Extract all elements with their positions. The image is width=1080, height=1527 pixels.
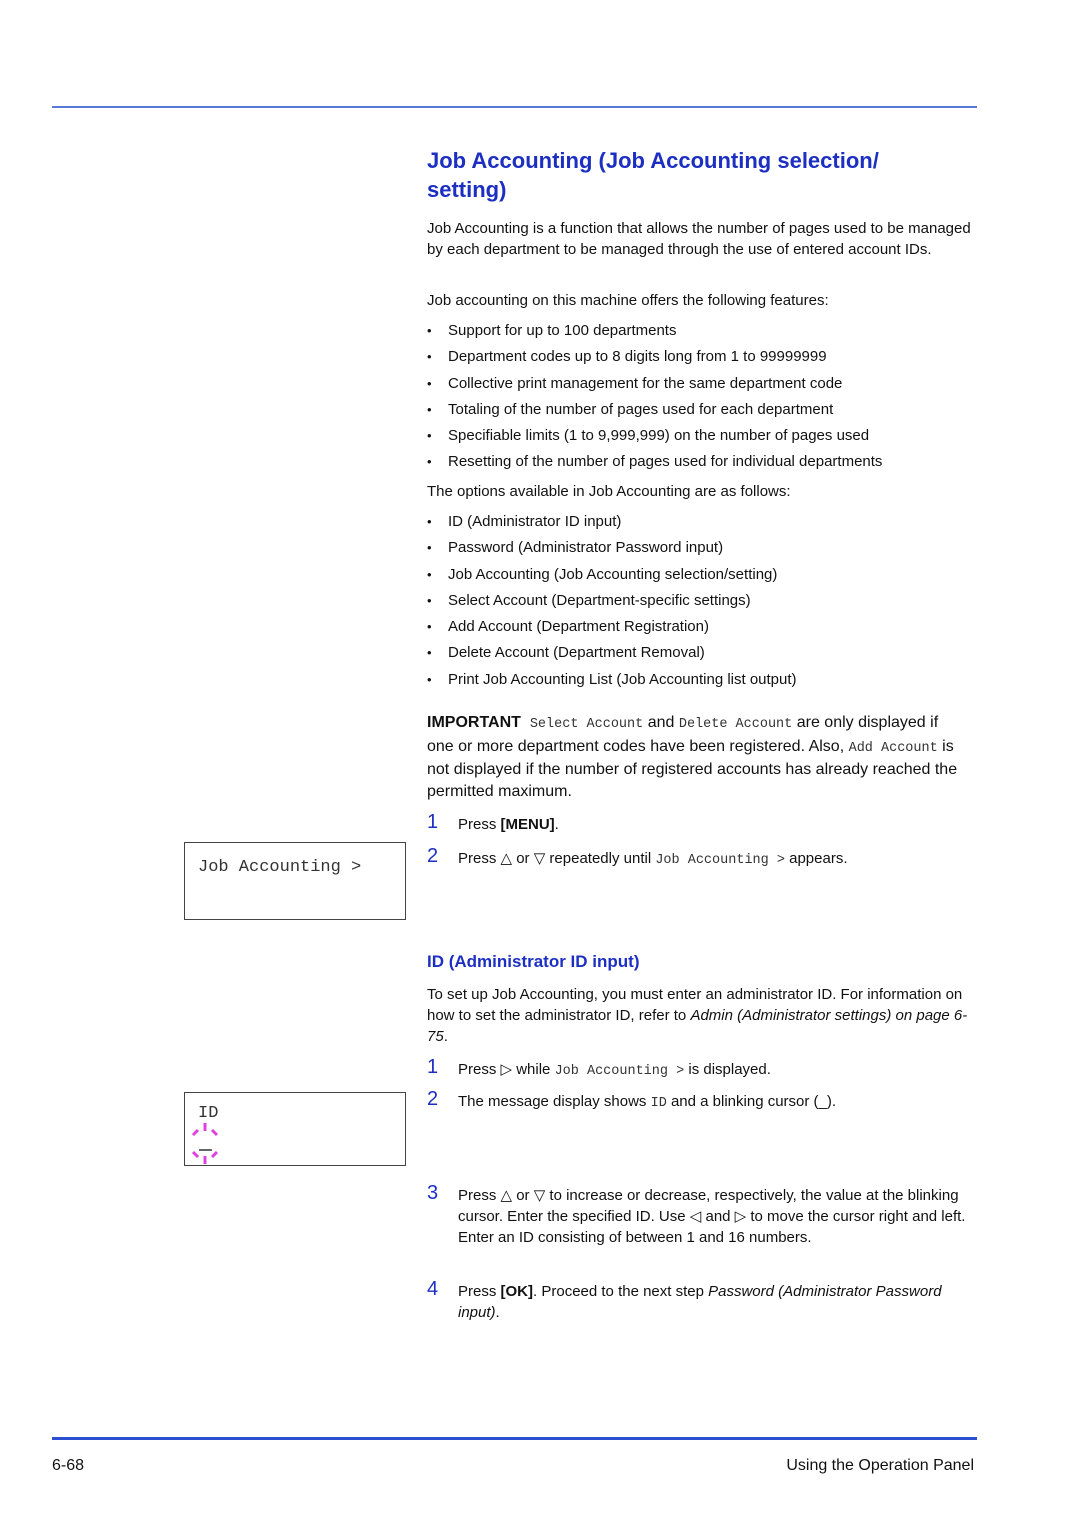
step-text: . Proceed to the next step <box>533 1283 709 1300</box>
list-item: Password (Administrator Password input) <box>427 537 982 563</box>
step-item: 3 Press △ or ▽ to increase or decrease, … <box>427 1182 982 1281</box>
features-intro: Job accounting on this machine offers th… <box>427 292 829 309</box>
page-number: 6-68 <box>52 1457 85 1474</box>
step-number: 1 <box>427 1056 439 1078</box>
options-section: The options available in Job Accounting … <box>427 481 982 695</box>
step-number: 2 <box>427 1088 439 1110</box>
lcd-display-job-accounting: Job Accounting > <box>184 842 406 920</box>
code-job-accounting: Job Accounting > <box>655 853 785 868</box>
step-text: and a blinking cursor (_). <box>666 1093 837 1110</box>
step-text: Press △ or ▽ to increase or decrease, re… <box>458 1187 966 1246</box>
list-item: Select Account (Department-specific sett… <box>427 590 982 616</box>
list-item: Add Account (Department Registration) <box>427 616 982 642</box>
step-number: 3 <box>427 1182 439 1204</box>
key-menu: [MENU] <box>500 816 555 833</box>
list-item: ID (Administrator ID input) <box>427 511 982 537</box>
step-text: . <box>495 1304 500 1321</box>
important-and: and <box>647 714 675 731</box>
list-item: Support for up to 100 departments <box>427 320 982 346</box>
step-text: Press <box>458 1283 501 1300</box>
step-item: 2 Press △ or ▽ repeatedly until Job Acco… <box>427 845 982 871</box>
options-list: ID (Administrator ID input) Password (Ad… <box>427 511 982 695</box>
footer-section-title: Using the Operation Panel <box>786 1457 974 1474</box>
step-text: Press <box>458 816 501 833</box>
important-label: IMPORTANT <box>427 714 521 731</box>
id-section: ID (Administrator ID input) To set up Jo… <box>427 952 982 1323</box>
key-ok: [OK] <box>500 1283 534 1300</box>
list-item: Department codes up to 8 digits long fro… <box>427 346 982 372</box>
lcd-line: Job Accounting > <box>198 858 362 877</box>
code-job-accounting: Job Accounting > <box>554 1064 685 1079</box>
step-text: . <box>554 816 559 833</box>
important-note: IMPORTANT Select Account and Delete Acco… <box>427 712 967 802</box>
step-number: 1 <box>427 811 439 833</box>
code-add-account: Add Account <box>848 740 938 756</box>
step-item: 1 Press ▷ while Job Accounting > is disp… <box>427 1056 982 1091</box>
code-delete-account: Delete Account <box>678 717 793 732</box>
list-item: Specifiable limits (1 to 9,999,999) on t… <box>427 425 982 451</box>
lcd-display-id: ID <box>184 1092 406 1166</box>
intro-text: Job Accounting is a function that allows… <box>427 220 971 258</box>
step-item: 2 The message display shows ID and a bli… <box>427 1088 982 1185</box>
list-item: Job Accounting (Job Accounting selection… <box>427 564 982 590</box>
options-intro: The options available in Job Accounting … <box>427 483 791 500</box>
features-section: Job accounting on this machine offers th… <box>427 290 982 478</box>
list-item: Collective print management for the same… <box>427 373 982 399</box>
page-title: Job Accounting (Job Accounting selection… <box>427 148 879 202</box>
section-title: ID (Administrator ID input) <box>427 952 640 971</box>
intro-text: . <box>443 1028 448 1045</box>
code-id: ID <box>650 1096 667 1111</box>
section-intro: To set up Job Accounting, you must enter… <box>427 984 982 1047</box>
list-item: Print Job Accounting List (Job Accountin… <box>427 669 982 695</box>
code-select-account: Select Account <box>529 717 644 732</box>
features-list: Support for up to 100 departments Depart… <box>427 320 982 478</box>
step-item: 4 Press [OK]. Proceed to the next step P… <box>427 1278 982 1323</box>
step-text: Press △ or ▽ repeatedly until <box>458 850 656 867</box>
footer-rule <box>52 1437 977 1440</box>
intro-paragraph: Job Accounting is a function that allows… <box>427 218 982 260</box>
steps-menu: 1 Press [MENU]. 2 Press △ or ▽ repeatedl… <box>427 811 982 871</box>
list-item: Totaling of the number of pages used for… <box>427 399 982 425</box>
step-text: The message display shows <box>458 1093 651 1110</box>
list-item: Resetting of the number of pages used fo… <box>427 451 982 477</box>
blinking-cursor-icon <box>191 1123 219 1164</box>
step-text: appears. <box>784 850 848 867</box>
step-text: is displayed. <box>684 1061 771 1078</box>
step-item: 1 Press [MENU]. <box>427 811 982 848</box>
step-text: Press ▷ while <box>458 1061 555 1078</box>
step-number: 4 <box>427 1278 439 1300</box>
header-rule <box>52 106 977 108</box>
step-number: 2 <box>427 845 439 867</box>
list-item: Delete Account (Department Removal) <box>427 642 982 668</box>
